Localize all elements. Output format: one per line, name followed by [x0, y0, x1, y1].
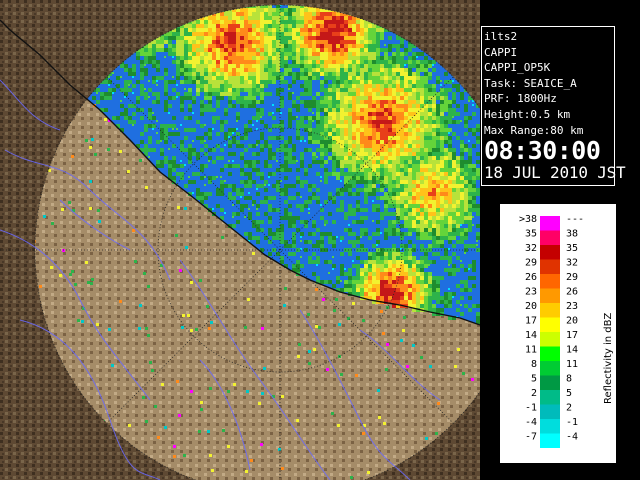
station-name: ilts2	[484, 30, 518, 43]
legend-swatch	[540, 332, 560, 347]
height-label: Height:0.5 km	[484, 107, 571, 121]
product-type: CAPPI	[484, 45, 518, 59]
legend-swatch	[540, 245, 560, 260]
legend-high-value: 14	[566, 345, 578, 356]
legend-high-value: 32	[566, 258, 578, 269]
legend-high-value: -1	[566, 417, 578, 428]
legend-low-value: 11	[525, 345, 537, 356]
legend-low-value: 23	[525, 287, 537, 298]
legend-high-value: 2	[566, 403, 572, 414]
legend-swatch	[540, 419, 560, 434]
legend-swatch	[540, 346, 560, 361]
legend-high-value: 8	[566, 374, 572, 385]
legend-swatch	[540, 288, 560, 303]
legend-low-value: 20	[525, 301, 537, 312]
observation-time: 08:30:00	[484, 136, 601, 166]
legend-low-value: 17	[525, 316, 537, 327]
legend-low-value: 29	[525, 258, 537, 269]
legend-low-value: 5	[531, 374, 537, 385]
legend-swatch	[540, 303, 560, 318]
legend-low-value: -7	[525, 432, 537, 443]
observation-date: 18 JUL 2010 JST	[484, 163, 626, 183]
legend-low-value: 2	[531, 388, 537, 399]
legend-low-value: 32	[525, 243, 537, 254]
legend-swatch	[540, 375, 560, 390]
legend-swatch	[540, 361, 560, 376]
legend-high-value: 17	[566, 330, 578, 341]
legend-high-value: 20	[566, 316, 578, 327]
legend-swatch	[540, 390, 560, 405]
legend-swatch	[540, 216, 560, 231]
legend-swatch	[540, 317, 560, 332]
legend-high-value: 26	[566, 287, 578, 298]
legend-graphic: >38 --- 35 38 32 35 29 32 26 29 23 26 20 23 17 20 14 17 11…	[519, 214, 614, 448]
legend-swatch	[540, 404, 560, 419]
radar-info-panel: ilts2 CAPPI CAPPI_OP5K Task: SEAICE_A PR…	[481, 26, 626, 186]
prf-label: PRF: 1800Hz	[484, 92, 557, 106]
legend-low-value: 35	[525, 229, 537, 240]
legend-low-value: 26	[525, 272, 537, 283]
legend-high-value: -4	[566, 432, 578, 443]
legend-high-value: 35	[566, 243, 578, 254]
legend-low-value: -1	[525, 403, 537, 414]
legend-swatch	[540, 230, 560, 245]
radar-map[interactable]	[0, 0, 480, 480]
legend-low-value: >38	[519, 214, 537, 225]
legend-high-value: 38	[566, 229, 578, 240]
legend-high-value: 29	[566, 272, 578, 283]
radar-display[interactable]	[0, 0, 480, 480]
legend-swatch	[540, 274, 560, 289]
legend-high-value: 23	[566, 301, 578, 312]
legend-swatch	[540, 433, 560, 448]
legend-low-value: -4	[525, 417, 537, 428]
task-label: Task: SEAICE_A	[484, 76, 577, 90]
legend-high-value: ---	[566, 214, 584, 225]
legend-high-value: 5	[566, 388, 572, 399]
reflectivity-legend: >38 --- 35 38 32 35 29 32 26 29 23 26 20 23 17 20 14 17 11…	[499, 203, 617, 464]
legend-low-value: 14	[525, 330, 537, 341]
legend-high-value: 11	[566, 359, 578, 370]
legend-title: Reflectivity in dBZ	[603, 312, 614, 404]
legend-swatch	[540, 259, 560, 274]
legend-low-value: 8	[531, 359, 537, 370]
product-code: CAPPI_OP5K	[484, 61, 551, 75]
